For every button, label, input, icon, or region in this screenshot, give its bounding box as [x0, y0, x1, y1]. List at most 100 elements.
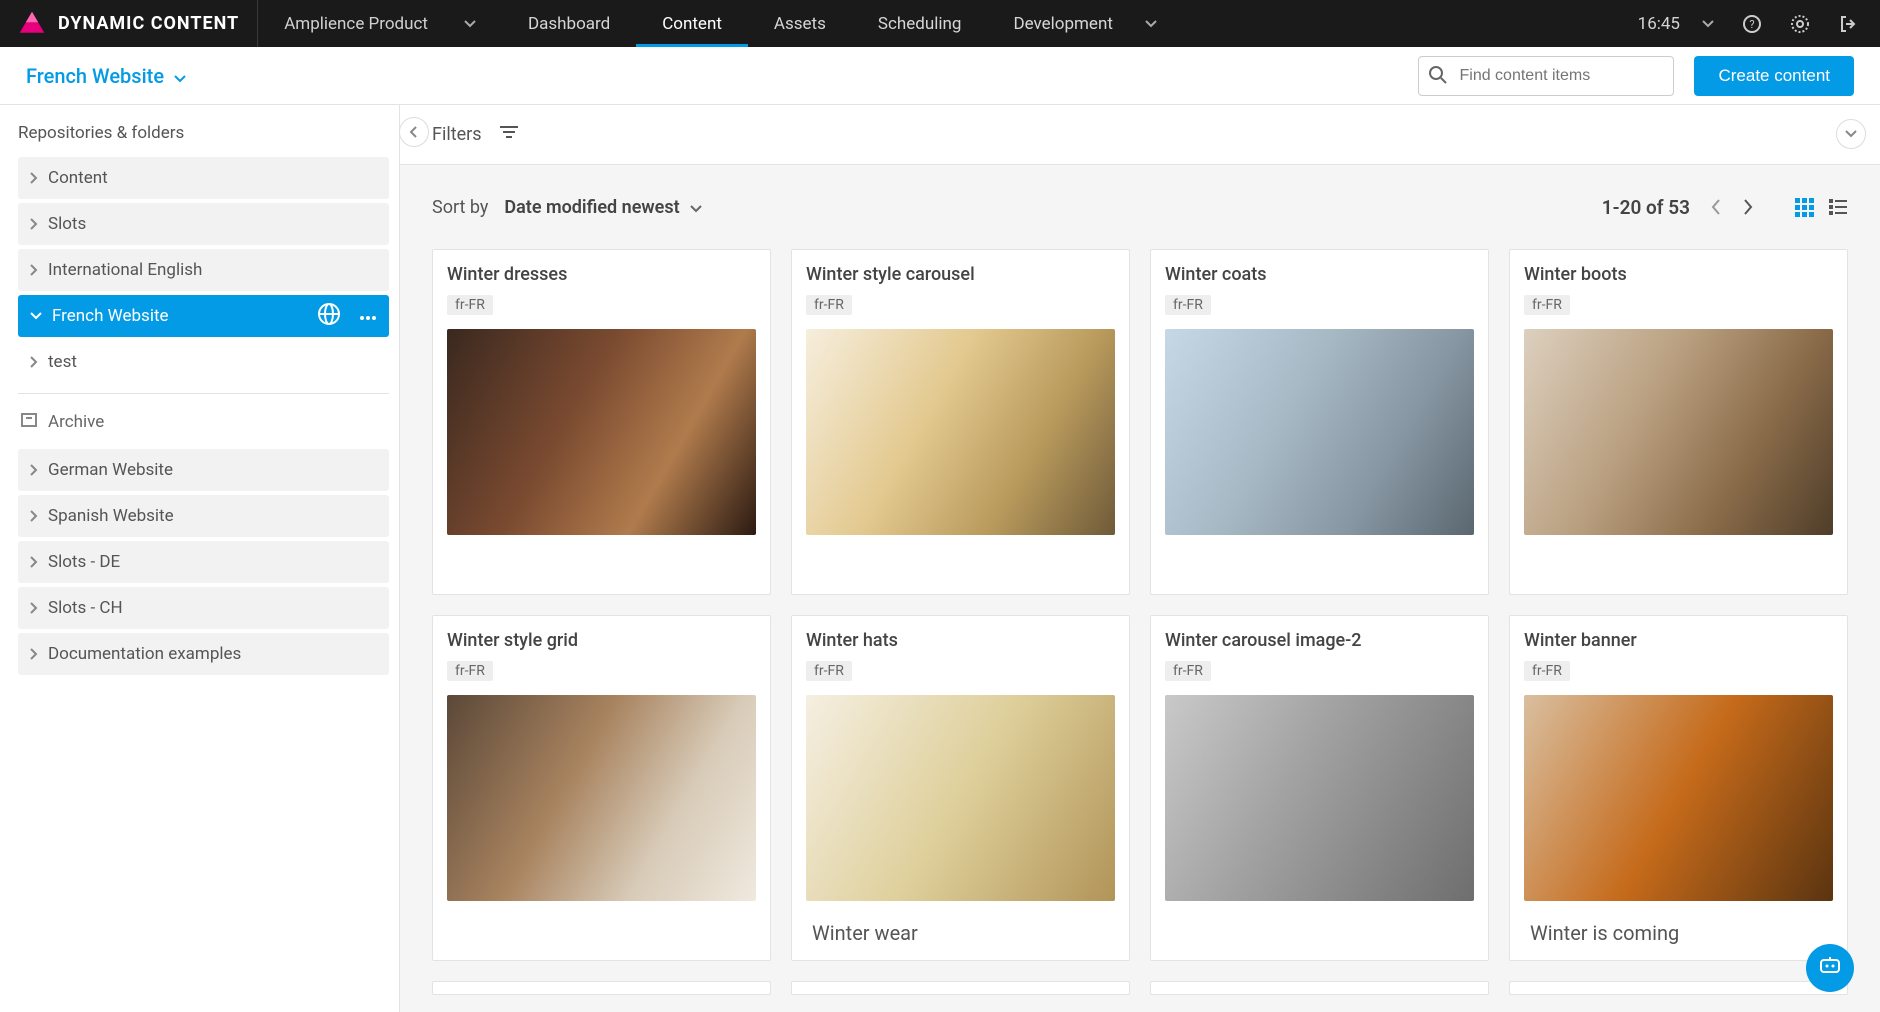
card-thumbnail — [1165, 695, 1474, 901]
chevron-down-icon — [1145, 20, 1157, 28]
svg-text:?: ? — [1749, 18, 1754, 31]
chevron-down-icon — [174, 64, 186, 88]
card-thumbnail — [806, 329, 1115, 535]
nav-development[interactable]: Development — [987, 0, 1182, 47]
card-title: Winter style carousel — [806, 264, 1115, 285]
globe-icon — [317, 302, 341, 331]
locale-badge: fr-FR — [806, 661, 852, 681]
locale-badge: fr-FR — [1524, 295, 1570, 315]
locale-badge: fr-FR — [1165, 661, 1211, 681]
topnav: Dashboard Content Assets Scheduling Deve… — [502, 0, 1183, 47]
card-title: Winter boots — [1524, 264, 1833, 285]
content-card[interactable]: Winter style grid fr-FR — [432, 615, 771, 961]
site-selector-label: French Website — [26, 64, 164, 88]
chevron-right-icon — [30, 648, 38, 660]
search — [1418, 56, 1674, 96]
help-icon[interactable]: ? — [1742, 14, 1762, 34]
time-value: 16:45 — [1638, 14, 1680, 34]
sidebar-item-slots-de[interactable]: Slots - DE — [18, 541, 389, 583]
content-card[interactable]: Winter carousel image-2 fr-FR — [1150, 615, 1489, 961]
card-thumbnail — [1524, 695, 1833, 901]
sidebar-item-slots[interactable]: Slots — [18, 203, 389, 245]
chevron-right-icon — [30, 556, 38, 568]
site-selector[interactable]: French Website — [26, 64, 186, 88]
nav-assets[interactable]: Assets — [748, 0, 852, 47]
create-content-button[interactable]: Create content — [1694, 56, 1854, 96]
card-thumbnail — [1524, 329, 1833, 535]
content-card[interactable] — [1509, 981, 1848, 995]
view-list-button[interactable] — [1828, 197, 1848, 217]
filters-label: Filters — [432, 124, 482, 145]
card-thumbnail — [1165, 329, 1474, 535]
card-thumbnail — [447, 329, 756, 535]
content-card[interactable] — [791, 981, 1130, 995]
sidebar-item-test[interactable]: test — [18, 341, 389, 383]
locale-badge: fr-FR — [806, 295, 852, 315]
chevron-right-icon — [30, 602, 38, 614]
nav-scheduling[interactable]: Scheduling — [852, 0, 988, 47]
sidebar-item-slots-ch[interactable]: Slots - CH — [18, 587, 389, 629]
pager-range: 1-20 of 53 — [1602, 196, 1690, 219]
expand-filters-button[interactable] — [1836, 119, 1866, 149]
chevron-right-icon — [30, 356, 38, 368]
content-card[interactable]: Winter coats fr-FR — [1150, 249, 1489, 595]
pager: 1-20 of 53 — [1602, 196, 1754, 219]
sidebar-archive[interactable]: Archive — [18, 404, 389, 439]
subheader: French Website Create content — [0, 47, 1880, 105]
card-title: Winter banner — [1524, 630, 1833, 651]
content-card[interactable] — [432, 981, 771, 995]
more-icon[interactable] — [359, 306, 377, 326]
chat-fab[interactable] — [1806, 944, 1854, 992]
card-thumbnail — [806, 695, 1115, 901]
sort-value[interactable]: Date modified newest — [504, 197, 679, 218]
nav-content[interactable]: Content — [636, 0, 748, 47]
product-selector-label: Amplience Product — [284, 14, 428, 34]
locale-badge: fr-FR — [447, 661, 493, 681]
search-icon — [1428, 65, 1448, 89]
locale-badge: fr-FR — [1165, 295, 1211, 315]
filter-icon[interactable] — [498, 124, 520, 145]
gear-icon[interactable] — [1790, 14, 1810, 34]
chevron-right-icon — [30, 464, 38, 476]
locale-badge: fr-FR — [1524, 661, 1570, 681]
content-grid: Winter dressesfr-FRWinter style carousel… — [400, 249, 1880, 1012]
content-card[interactable]: Winter style carousel fr-FR — [791, 249, 1130, 595]
time-selector[interactable]: 16:45 — [1638, 14, 1714, 34]
sidebar-item-french-website[interactable]: French Website — [18, 295, 389, 337]
product-selector[interactable]: Amplience Product — [258, 14, 502, 34]
content-card[interactable]: Winter boots fr-FR — [1509, 249, 1848, 595]
card-thumbnail — [447, 695, 756, 901]
sidebar-item-spanish[interactable]: Spanish Website — [18, 495, 389, 537]
sidebar-item-intl-english[interactable]: International English — [18, 249, 389, 291]
sort-label: Sort by — [432, 197, 488, 218]
card-title: Winter carousel image-2 — [1165, 630, 1474, 651]
pager-prev-button[interactable] — [1710, 198, 1722, 216]
chevron-down-icon[interactable] — [690, 197, 702, 218]
card-title: Winter style grid — [447, 630, 756, 651]
logout-icon[interactable] — [1838, 14, 1858, 34]
content-card[interactable]: Winter banner fr-FR Winter is coming — [1509, 615, 1848, 961]
chevron-right-icon — [30, 264, 38, 276]
sidebar-title: Repositories & folders — [18, 123, 389, 143]
sidebar-item-docs[interactable]: Documentation examples — [18, 633, 389, 675]
nav-dashboard[interactable]: Dashboard — [502, 0, 636, 47]
logo: DYNAMIC CONTENT — [0, 0, 258, 47]
collapse-sidebar-button[interactable] — [399, 117, 429, 147]
chevron-down-icon — [1702, 20, 1714, 28]
sort-bar: Sort by Date modified newest 1-20 of 53 — [400, 165, 1880, 249]
card-caption: Winter is coming — [1524, 921, 1833, 945]
view-grid-button[interactable] — [1794, 197, 1814, 217]
filters-bar: Filters — [400, 105, 1880, 165]
chevron-down-icon — [30, 312, 42, 320]
card-title: Winter dresses — [447, 264, 756, 285]
content-card[interactable]: Winter dressesfr-FR — [432, 249, 771, 595]
content-card[interactable]: Winter hatsfr-FRWinter wear — [791, 615, 1130, 961]
sidebar-item-content[interactable]: Content — [18, 157, 389, 199]
sidebar-item-german[interactable]: German Website — [18, 449, 389, 491]
chevron-down-icon — [464, 20, 476, 28]
card-title: Winter coats — [1165, 264, 1474, 285]
search-input[interactable] — [1418, 56, 1674, 96]
logo-text: DYNAMIC CONTENT — [58, 13, 239, 34]
content-card[interactable] — [1150, 981, 1489, 995]
pager-next-button[interactable] — [1742, 198, 1754, 216]
